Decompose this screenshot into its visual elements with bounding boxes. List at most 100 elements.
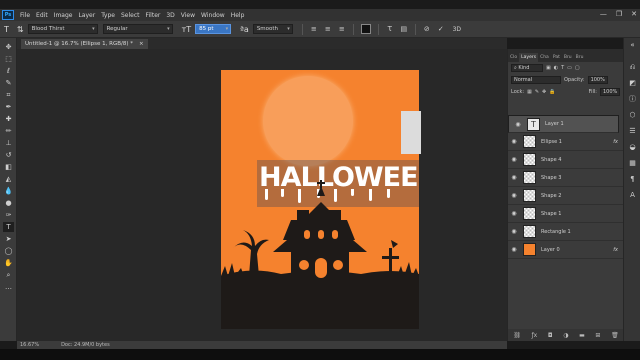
paragraph-panel-icon[interactable]: ¶ (627, 174, 638, 184)
add-mask-icon[interactable]: ◘ (548, 332, 553, 339)
layer-row[interactable]: ◉ Rectangle 1 (508, 223, 624, 241)
visibility-eye-icon[interactable]: ◉ (508, 192, 520, 199)
filter-shape-icon[interactable]: ▭ (567, 65, 572, 71)
filter-smart-icon[interactable]: ▢ (575, 65, 580, 71)
filter-pixel-icon[interactable]: ▣ (546, 65, 551, 71)
tab-brush-presets[interactable]: Bru (574, 53, 586, 62)
zoom-level[interactable]: 16.67% (20, 342, 39, 348)
tab-brush[interactable]: Bru (562, 53, 574, 62)
lasso-tool-icon[interactable]: ℓ (3, 66, 14, 76)
move-tool-icon[interactable]: ✥ (3, 42, 14, 52)
blend-mode-select[interactable]: Normal (511, 76, 561, 84)
layer-name[interactable]: Shape 2 (541, 193, 561, 199)
tab-clone-source[interactable]: Clo (508, 53, 519, 62)
layer-name[interactable]: Ellipse 1 (541, 139, 562, 145)
swatches-panel-icon[interactable]: ▦ (627, 158, 638, 168)
history-panel-icon[interactable]: ⎌ (627, 62, 638, 72)
lock-pixels-icon[interactable]: ▦ (527, 89, 532, 95)
font-size-select[interactable]: 85 pt ▾ (195, 24, 232, 34)
type-tool-icon[interactable]: T (0, 25, 13, 34)
menu-file[interactable]: File (17, 12, 33, 19)
minimize-icon[interactable]: — (600, 10, 607, 18)
filter-adjust-icon[interactable]: ◐ (554, 65, 558, 71)
tab-channels[interactable]: Cha (538, 53, 551, 62)
layer-row[interactable]: ◉ Ellipse 1 fx (508, 133, 624, 151)
3d-panel-icon[interactable]: ⬡ (627, 110, 638, 120)
align-center-icon[interactable]: ≡ (323, 24, 333, 34)
adjustments-panel-icon[interactable]: ◒ (627, 142, 638, 152)
align-right-icon[interactable]: ≡ (337, 24, 347, 34)
lock-all-icon[interactable]: 🔒 (549, 89, 555, 95)
menu-select[interactable]: Select (118, 12, 143, 19)
fill-field[interactable]: 100% (600, 88, 620, 96)
align-left-icon[interactable]: ≡ (309, 24, 319, 34)
layer-row[interactable]: ◉ T Layer 1 (508, 115, 619, 133)
close-icon[interactable]: ✕ (631, 10, 637, 18)
delete-layer-icon[interactable]: 🗑 (611, 332, 619, 339)
paint-bucket-tool-icon[interactable]: ◭ (3, 174, 14, 184)
document-tab[interactable]: Untitled-1 @ 16.7% (Ellipse 1, RGB/8) * … (21, 39, 148, 49)
tab-layers[interactable]: Layers (519, 53, 539, 62)
document-canvas[interactable]: HALLOWEE (221, 70, 419, 329)
quick-select-tool-icon[interactable]: ✎ (3, 78, 14, 88)
menu-help[interactable]: Help (228, 12, 248, 19)
new-group-icon[interactable]: ▬ (579, 332, 585, 339)
text-orientation-icon[interactable]: ⇅ (13, 25, 28, 34)
layer-row[interactable]: ◉ Shape 4 (508, 151, 624, 169)
commit-edit-button[interactable]: ✓ (436, 24, 446, 34)
marquee-tool-icon[interactable]: ⬚ (3, 54, 14, 64)
layer-effects-icon[interactable]: fx (613, 139, 618, 145)
zoom-tool-icon[interactable]: ⌕ (3, 270, 14, 280)
tab-paths[interactable]: Pat (551, 53, 562, 62)
layer-name[interactable]: Rectangle 1 (541, 229, 571, 235)
info-panel-icon[interactable]: ⓘ (627, 94, 638, 104)
visibility-eye-icon[interactable]: ◉ (508, 210, 520, 217)
lock-paint-icon[interactable]: ✎ (535, 89, 539, 95)
ellipse-tool-icon[interactable]: ◯ (3, 246, 14, 256)
layer-kind-filter[interactable]: ⌕ Kind (511, 64, 543, 72)
opacity-field[interactable]: 100% (587, 76, 608, 84)
adjustment-layer-icon[interactable]: ◑ (563, 332, 568, 339)
clone-stamp-tool-icon[interactable]: ⊥ (3, 138, 14, 148)
history-brush-tool-icon[interactable]: ↺ (3, 150, 14, 160)
menu-edit[interactable]: Edit (33, 12, 51, 19)
cancel-edit-button[interactable]: ⊘ (422, 24, 432, 34)
antialias-select[interactable]: Smooth ▾ (252, 24, 293, 34)
menu-image[interactable]: Image (51, 12, 76, 19)
layer-effects-icon[interactable]: fx (613, 247, 618, 253)
visibility-eye-icon[interactable]: ◉ (508, 174, 520, 181)
path-selection-tool-icon[interactable]: ➤ (3, 234, 14, 244)
blur-tool-icon[interactable]: 💧 (3, 186, 14, 196)
layer-row[interactable]: ◉ Layer 0 fx (508, 241, 624, 259)
healing-brush-tool-icon[interactable]: ✚ (3, 114, 14, 124)
warp-text-icon[interactable]: Ꚍ (385, 24, 395, 34)
visibility-eye-icon[interactable]: ◉ (508, 228, 520, 235)
layer-name[interactable]: Layer 0 (541, 247, 560, 253)
menu-3d[interactable]: 3D (163, 12, 177, 19)
menu-window[interactable]: Window (198, 12, 228, 19)
layer-name[interactable]: Shape 4 (541, 157, 561, 163)
more-tools-icon[interactable]: … (3, 282, 14, 292)
menu-type[interactable]: Type (98, 12, 118, 19)
text-color-swatch[interactable] (360, 24, 371, 34)
hand-tool-icon[interactable]: ✋ (3, 258, 14, 268)
visibility-eye-icon[interactable]: ◉ (512, 121, 524, 128)
new-layer-icon[interactable]: ⊞ (595, 332, 600, 339)
close-tab-icon[interactable]: × (139, 41, 144, 47)
layer-row[interactable]: ◉ Shape 3 (508, 169, 624, 187)
type-tool-icon[interactable]: T (3, 222, 14, 232)
eraser-tool-icon[interactable]: ◧ (3, 162, 14, 172)
menu-view[interactable]: View (178, 12, 198, 19)
properties-panel-icon[interactable]: ☰ (627, 126, 638, 136)
document-info[interactable]: Doc: 24.9M/0 bytes (61, 342, 110, 348)
character-panel-icon[interactable]: ▤ (399, 24, 409, 34)
menu-layer[interactable]: Layer (75, 12, 98, 19)
canvas-workspace[interactable]: HALLOWEE (17, 49, 507, 341)
eyedropper-tool-icon[interactable]: ✒ (3, 102, 14, 112)
add-style-icon[interactable]: ƒx (532, 332, 538, 339)
brush-tool-icon[interactable]: ✏ (3, 126, 14, 136)
layer-name[interactable]: Shape 1 (541, 211, 561, 217)
lock-position-icon[interactable]: ✥ (542, 89, 546, 95)
3d-text-button[interactable]: 3D (450, 24, 464, 34)
menu-filter[interactable]: Filter (143, 12, 164, 19)
